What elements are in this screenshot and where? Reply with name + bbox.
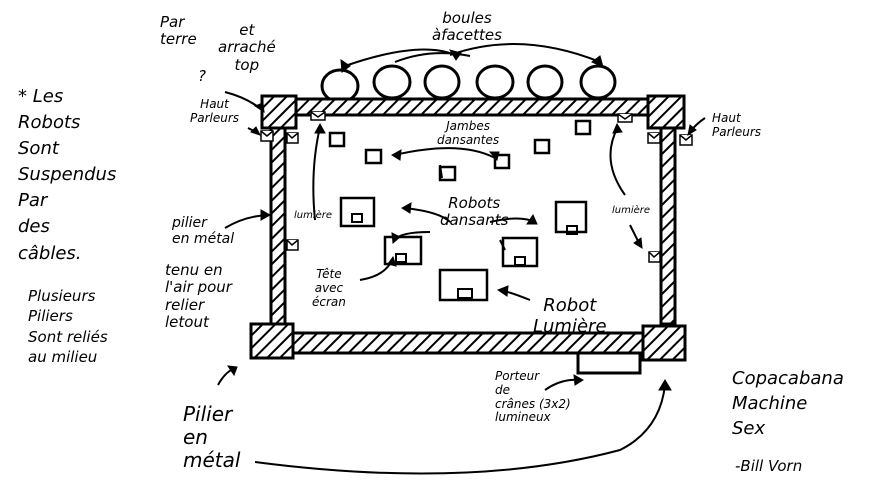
speaker xyxy=(617,113,633,123)
speaker xyxy=(286,132,299,144)
label-boules-a-facettes: boules àfacettes xyxy=(432,9,502,45)
disco-ball xyxy=(526,64,564,100)
label-question-mark: ? xyxy=(198,67,206,85)
speaker xyxy=(286,239,299,251)
speaker xyxy=(648,251,661,263)
disco-ball xyxy=(423,64,461,100)
right-pillar xyxy=(659,124,677,326)
author-bill-vorn: -Bill Vorn xyxy=(735,457,803,475)
note-piliers: Plusieurs Piliers Sont reliés au milieu xyxy=(28,287,108,366)
disco-balls xyxy=(320,64,617,104)
label-par-terre: Par terre xyxy=(160,13,197,49)
speaker xyxy=(647,132,661,144)
skull-carrier xyxy=(576,351,642,375)
corner-top-right xyxy=(646,94,686,130)
arrow-lumiere-left xyxy=(312,126,321,221)
robot xyxy=(339,196,376,228)
label-et-arrache-top: et arraché top xyxy=(218,21,276,74)
robot xyxy=(501,236,539,268)
title-copacabana: Copacabana Machine Sex xyxy=(732,368,844,440)
speaker xyxy=(260,130,274,142)
note-cables: * Les Robots Sont Suspendus Par des câbl… xyxy=(18,86,117,264)
label-tenu-en-lair: tenu en l'air pour relier letout xyxy=(165,261,232,331)
corner-bottom-left xyxy=(249,322,295,360)
corner-top-left xyxy=(260,94,298,130)
corner-bottom-right xyxy=(641,324,687,362)
label-robots-dansants: Robots dansants xyxy=(440,194,509,230)
left-pillar xyxy=(269,124,287,326)
arrow-jambes xyxy=(394,147,496,159)
label-pilier-en-metal-left: pilier en métal xyxy=(172,215,235,248)
disco-ball xyxy=(579,64,617,100)
disco-ball xyxy=(475,64,515,100)
speaker xyxy=(310,111,326,121)
label-porteur-de-cranes: Porteur de crânes (3x2) lumineux xyxy=(495,369,571,425)
label-lumiere-right: lumière xyxy=(612,205,651,216)
disco-ball xyxy=(320,68,360,104)
robot xyxy=(554,200,588,235)
label-jambes-dansantes: Jambes dansantes xyxy=(437,119,500,147)
label-lumiere-left: lumière xyxy=(294,210,333,221)
top-beam xyxy=(291,97,653,117)
label-tete-avec-ecran: Tête avec écran xyxy=(312,267,346,309)
label-haut-parleurs-right: Haut Parleurs xyxy=(712,111,762,139)
label-pilier-en-metal-bottom: Pilier en métal xyxy=(183,402,241,472)
arrow-balls xyxy=(449,43,601,63)
arrow-lumiere-right xyxy=(609,126,626,196)
label-robot-lumiere: Robot Lumière xyxy=(533,295,607,337)
label-haut-parleurs-left: Haut Parleurs xyxy=(190,97,240,125)
arrow-balls xyxy=(344,48,456,67)
disco-ball xyxy=(372,64,412,100)
arrow-long xyxy=(254,384,666,475)
speaker xyxy=(679,134,693,146)
robot-lumiere xyxy=(438,268,489,302)
